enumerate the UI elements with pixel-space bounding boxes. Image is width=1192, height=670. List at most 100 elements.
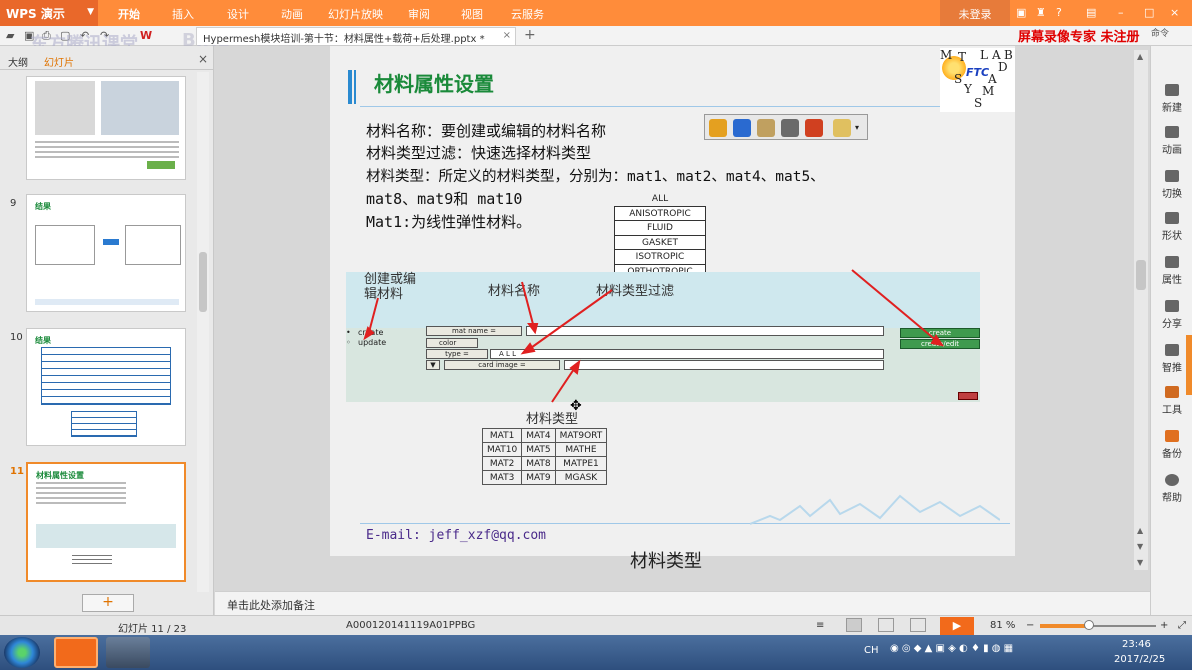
zoom-level: 81 %	[990, 620, 1016, 631]
table-cell: MAT3	[481, 470, 523, 485]
zoom-out-icon[interactable]: −	[1026, 620, 1034, 631]
slide-number-current: 11	[10, 466, 24, 477]
rp-label: 备份	[1162, 449, 1182, 460]
add-slide-button[interactable]: +	[82, 594, 134, 612]
fit-window-icon[interactable]: ⤢	[1178, 620, 1186, 631]
normal-view-button[interactable]	[846, 618, 862, 632]
start-button[interactable]	[4, 637, 40, 668]
zoom-slider-handle[interactable]	[1083, 620, 1094, 630]
login-button[interactable]: 未登录	[940, 0, 1010, 26]
material-type-table: MAT1 MAT4 MAT9ORT MAT10 MAT5 MATHE MAT2 …	[481, 428, 608, 485]
tab-view[interactable]: 视图	[461, 6, 483, 22]
tab-insert[interactable]: 插入	[172, 6, 194, 22]
help-circle-icon	[1165, 474, 1179, 486]
zoom-in-icon[interactable]: +	[1160, 620, 1168, 631]
notes-toggle-icon[interactable]: ≡	[816, 620, 824, 631]
tab-review[interactable]: 审阅	[408, 6, 430, 22]
new-icon	[1165, 84, 1179, 96]
rp-shape[interactable]: 形状	[1151, 212, 1192, 242]
shirt-icon[interactable]: ♜	[1036, 6, 1046, 19]
rp-label: 分享	[1162, 319, 1182, 330]
panel-tabs: 大纲 幻灯片 ×	[0, 46, 214, 70]
animation-icon	[1165, 126, 1179, 138]
close-tab-icon[interactable]: ×	[503, 30, 511, 41]
panel-collapse-handle[interactable]	[1186, 335, 1192, 395]
canvas-scrollbar[interactable]: ▲ ▲ ▼ ▼	[1134, 50, 1148, 570]
annotation-arrows	[363, 269, 945, 403]
rp-properties[interactable]: 属性	[1151, 256, 1192, 286]
sorter-view-button[interactable]	[878, 618, 894, 632]
slide-number: 9	[10, 198, 17, 209]
tab-slides[interactable]: 幻灯片	[44, 54, 74, 69]
scroll-up-page-icon[interactable]: ▲	[1137, 526, 1143, 535]
table-row: MAT1 MAT4 MAT9ORT	[481, 428, 608, 443]
scroll-down-page-icon[interactable]: ▼	[1137, 542, 1143, 551]
tab-design[interactable]: 设计	[227, 6, 249, 22]
slide-thumbnail-8[interactable]	[26, 76, 186, 180]
minimize-button[interactable]: –	[1118, 6, 1124, 19]
wps-writer-icon[interactable]: W	[140, 29, 152, 42]
slide-thumbnail-9[interactable]: 结果	[26, 194, 186, 312]
table-cell: MAT5	[521, 442, 556, 457]
windows-taskbar: CH ◉ ◎ ◆ ▲ ▣ ◈ ◐ ♦ ▮ ◍ ▦ 23:46 2017/2/25	[0, 635, 1192, 670]
new-tab-button[interactable]: +	[524, 27, 536, 43]
tab-slideshow[interactable]: 幻灯片放映	[328, 6, 383, 22]
video-subtitle: 材料类型	[630, 551, 702, 572]
tab-home[interactable]: 开始	[118, 6, 140, 22]
close-button[interactable]: ×	[1170, 6, 1179, 19]
reading-view-button[interactable]	[910, 618, 926, 632]
input-language[interactable]: CH	[864, 645, 879, 656]
move-cursor-icon: ✥	[570, 398, 582, 414]
transition-icon	[1165, 170, 1179, 182]
rp-label: 智推	[1162, 363, 1182, 374]
clock-time: 23:46	[1122, 639, 1151, 650]
slide-thumbnail-11[interactable]: 材料属性设置	[26, 462, 186, 582]
taskbar-app-icon[interactable]	[106, 637, 150, 668]
tab-outline[interactable]: 大纲	[8, 54, 28, 69]
properties-icon	[1165, 256, 1179, 268]
status-bar: 幻灯片 11 / 23 A000120141119A01PPBG ≡ ▶ 81 …	[0, 615, 1192, 635]
chevron-down-icon: ▼	[87, 7, 94, 17]
rp-help[interactable]: 帮助	[1151, 474, 1192, 504]
document-tab[interactable]: Hypermesh模块培训-第十节：材料属性+载荷+后处理.pptx * ×	[196, 27, 516, 45]
tray-icons[interactable]: ◉ ◎ ◆ ▲ ▣ ◈ ◐ ♦ ▮ ◍ ▦	[890, 643, 1013, 654]
rp-new[interactable]: 新建	[1151, 84, 1192, 114]
scroll-down-icon[interactable]: ▼	[1137, 558, 1143, 567]
rp-animation[interactable]: 动画	[1151, 126, 1192, 156]
shape-icon	[1165, 212, 1179, 224]
slide-thumbnail-10[interactable]: 结果	[26, 328, 186, 446]
slide[interactable]: 材料属性设置 M T L A B D FTC S Y A M S 材料名称：要创…	[330, 46, 1015, 556]
close-panel-icon[interactable]: ×	[198, 52, 208, 66]
tab-cloud[interactable]: 云服务	[511, 6, 544, 22]
rp-transition[interactable]: 切换	[1151, 170, 1192, 200]
tab-animation[interactable]: 动画	[281, 6, 303, 22]
toolbox-icon	[1165, 386, 1179, 398]
thumbnail-title: 结果	[35, 202, 51, 211]
rp-backup[interactable]: 备份	[1151, 430, 1192, 460]
table-cell: MAT9ORT	[554, 428, 608, 443]
clock-date: 2017/2/25	[1114, 654, 1166, 665]
rp-share[interactable]: 分享	[1151, 300, 1192, 330]
wps-menu-button[interactable]: WPS 演示 ▼	[0, 0, 98, 26]
document-tab-title: Hypermesh模块培训-第十节：材料属性+载荷+后处理.pptx *	[203, 34, 485, 45]
table-cell: MAT2	[481, 456, 523, 471]
maximize-button[interactable]: □	[1144, 6, 1154, 19]
thumbnail-title: 材料属性设置	[36, 471, 84, 480]
table-cell: MATPE1	[554, 456, 608, 471]
notes-field[interactable]: 单击此处添加备注	[215, 591, 1150, 615]
open-folder-icon[interactable]: ▰	[6, 29, 14, 42]
table-cell: MAT9	[521, 470, 556, 485]
skin-icon[interactable]: ▣	[1016, 6, 1026, 19]
slides-scrollbar[interactable]	[197, 72, 209, 592]
restore-ribbon-icon[interactable]: ▤	[1086, 6, 1096, 19]
wps-presentation-taskbar-icon[interactable]	[54, 637, 98, 668]
title-bar: WPS 演示 ▼ 开始 插入 设计 动画 幻灯片放映 审阅 视图 云服务 未登录…	[0, 0, 1192, 26]
help-icon[interactable]: ?	[1056, 6, 1062, 19]
table-row: MAT2 MAT8 MATPE1	[481, 456, 608, 471]
slides-panel: 大纲 幻灯片 × 9 结果 10 结果 11 材料属性设置 +	[0, 46, 214, 616]
table-cell: MAT10	[481, 442, 523, 457]
play-slideshow-button[interactable]: ▶	[940, 617, 974, 635]
slide-counter: 幻灯片 11 / 23	[118, 624, 187, 635]
quick-access-toolbar: ▰ ▣ ⎙ ▢ ↶ ↷ W	[0, 26, 1192, 46]
scroll-up-icon[interactable]: ▲	[1137, 52, 1143, 61]
